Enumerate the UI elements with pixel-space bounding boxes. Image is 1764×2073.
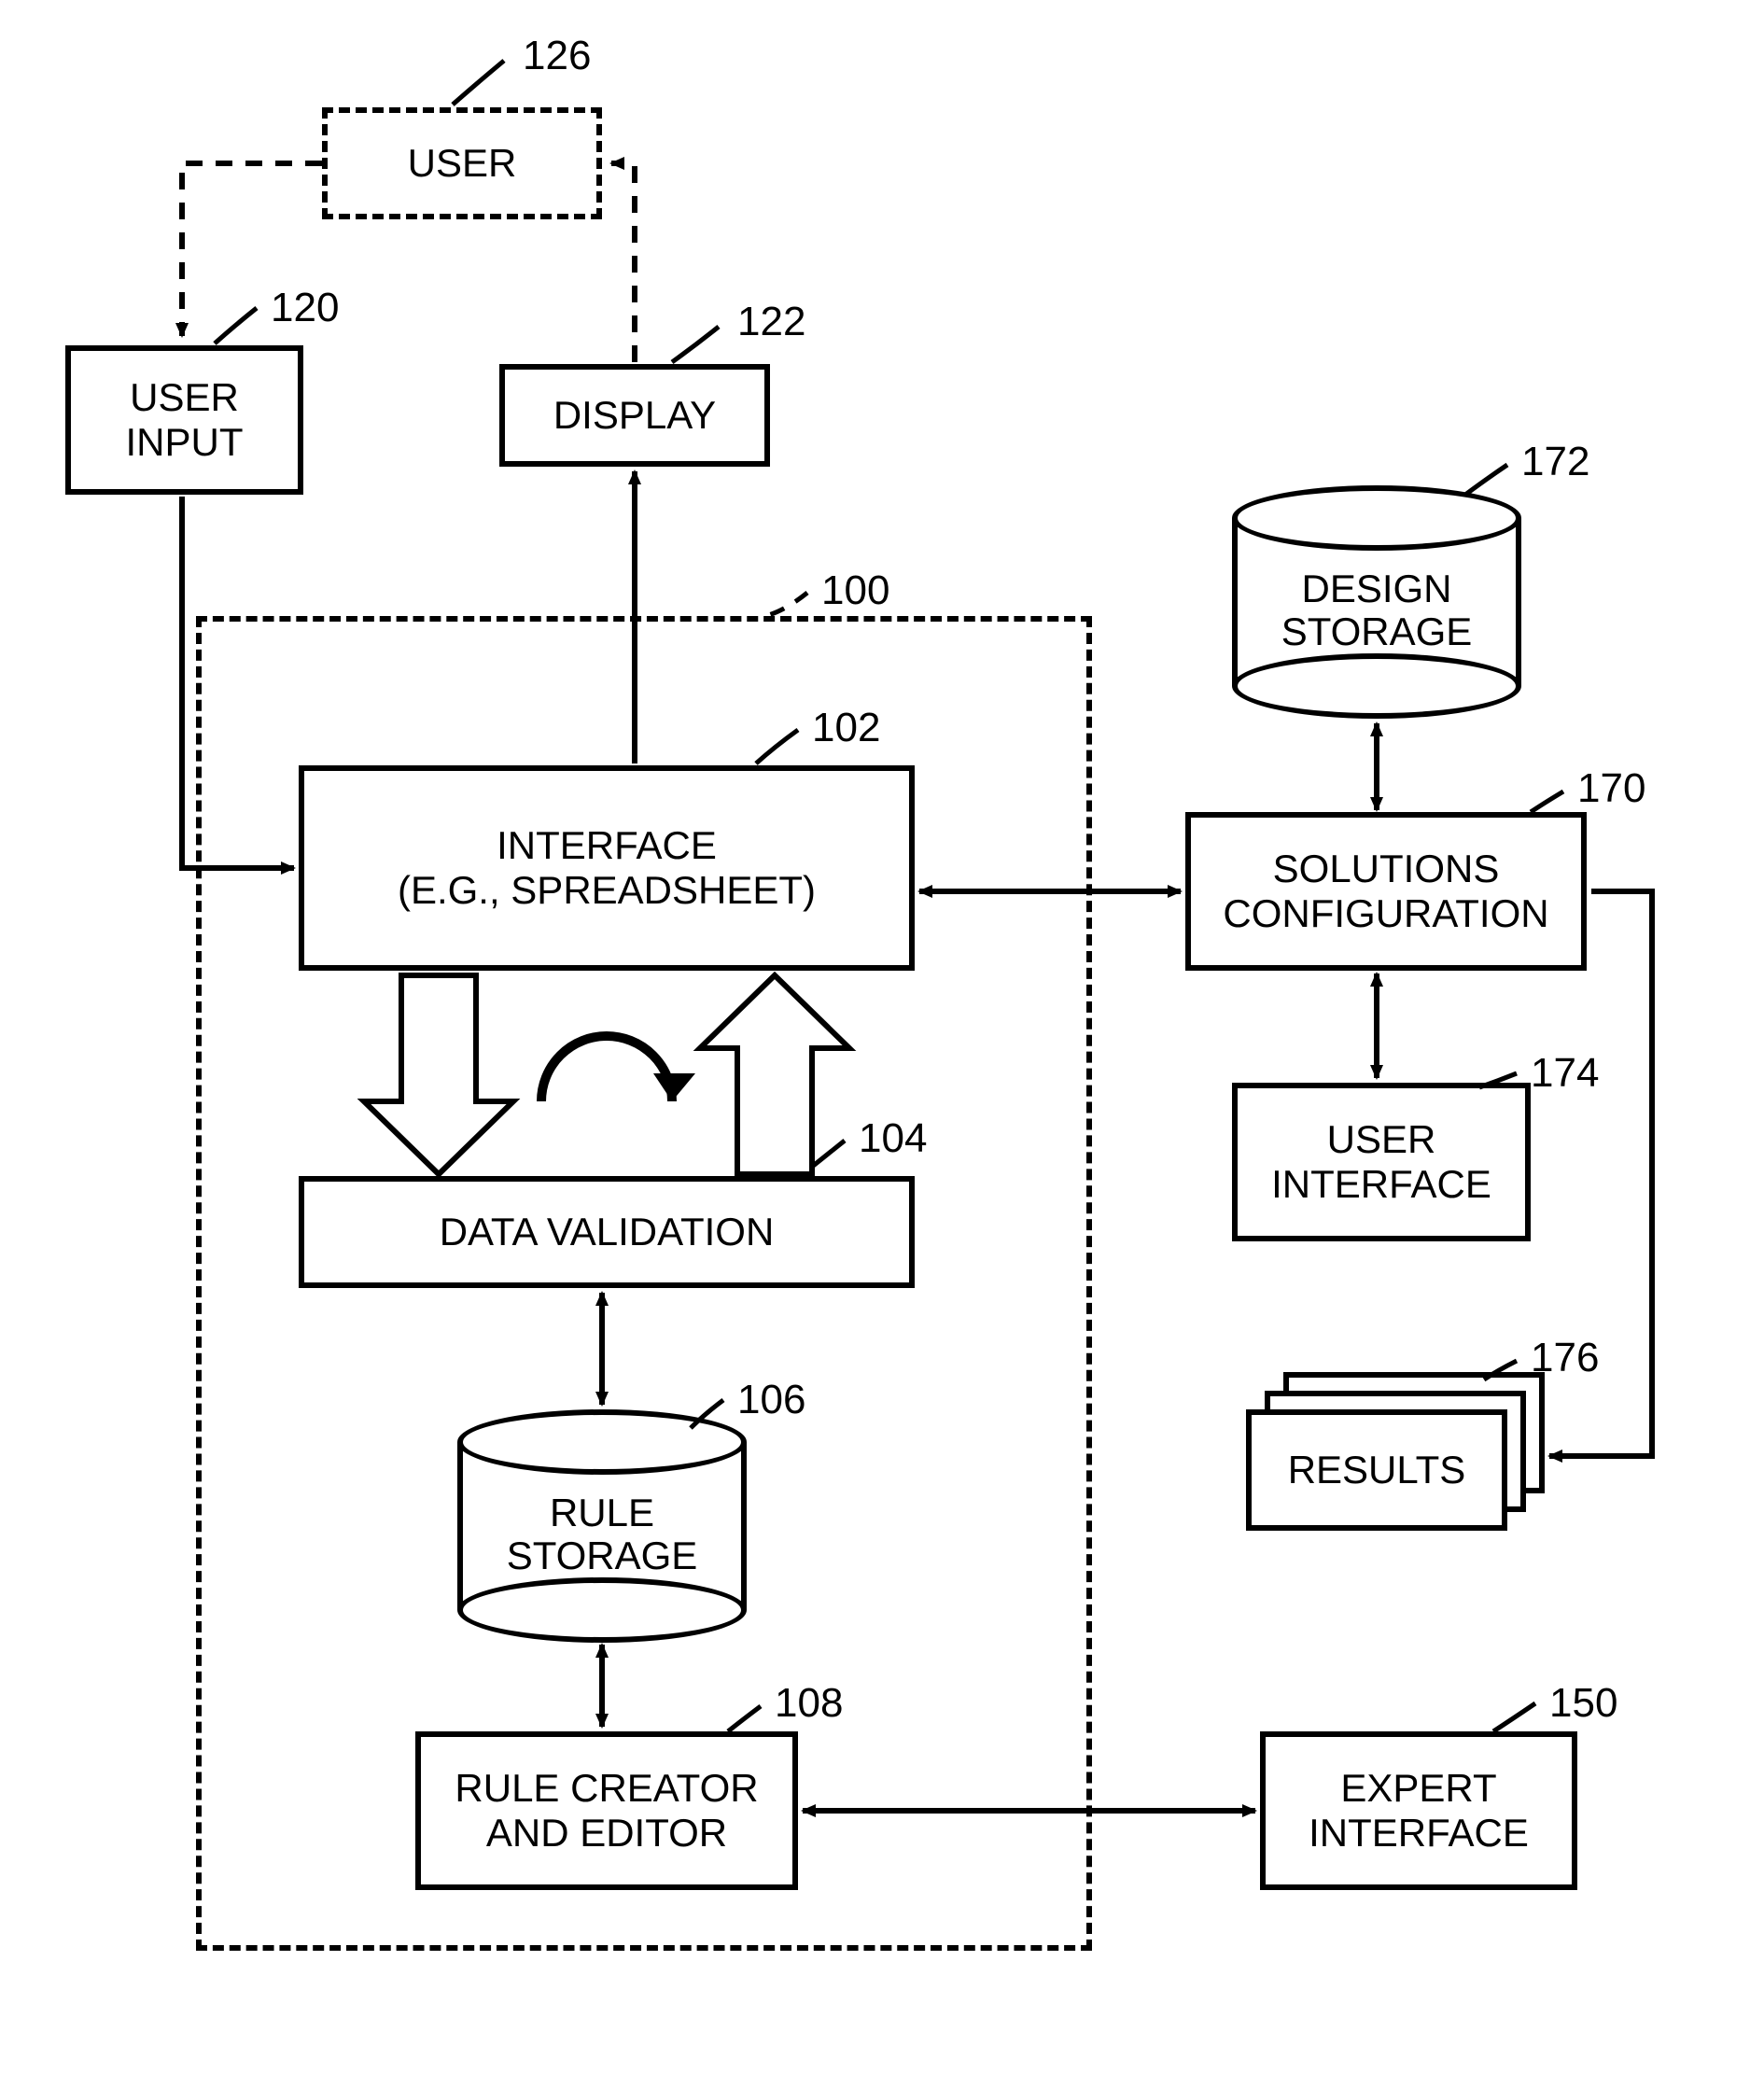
rule-storage-cylinder: RULE STORAGE [457,1409,747,1643]
ref-176: 176 [1531,1335,1599,1381]
expert-interface-label: EXPERT INTERFACE [1309,1766,1529,1856]
design-storage-label: DESIGN STORAGE [1232,567,1521,653]
design-storage-cylinder: DESIGN STORAGE [1232,485,1521,719]
diagram-canvas: 100 USER 126 USER INPUT 120 DISPLAY 122 … [0,0,1764,2073]
user-interface-2-label: USER INTERFACE [1271,1117,1491,1208]
results-stack: RESULTS [1246,1372,1545,1531]
ref-120: 120 [271,285,339,331]
ref-150: 150 [1549,1680,1617,1727]
rule-storage-label: RULE STORAGE [457,1492,747,1577]
ref-170: 170 [1577,765,1645,812]
expert-interface-box: EXPERT INTERFACE [1260,1731,1577,1890]
ref-100: 100 [821,567,889,614]
ref-106: 106 [737,1377,805,1423]
user-box: USER [322,107,602,219]
display-label: DISPLAY [553,393,716,438]
ref-122: 122 [737,299,805,345]
user-input-label: USER INPUT [126,375,244,466]
ref-102: 102 [812,705,880,751]
user-interface-2-box: USER INTERFACE [1232,1083,1531,1241]
results-label: RESULTS [1288,1448,1466,1492]
rule-creator-box: RULE CREATOR AND EDITOR [415,1731,798,1890]
ref-108: 108 [775,1680,843,1727]
data-validation-box: DATA VALIDATION [299,1176,915,1288]
rule-creator-label: RULE CREATOR AND EDITOR [455,1766,758,1856]
user-label: USER [408,141,517,186]
ref-104: 104 [859,1115,927,1162]
interface-label: INTERFACE (E.G., SPREADSHEET) [398,823,816,914]
user-input-box: USER INPUT [65,345,303,495]
display-box: DISPLAY [499,364,770,467]
ref-172: 172 [1521,439,1589,485]
ref-174: 174 [1531,1050,1599,1097]
interface-box: INTERFACE (E.G., SPREADSHEET) [299,765,915,971]
ref-126: 126 [523,33,591,79]
data-validation-label: DATA VALIDATION [440,1210,775,1254]
solutions-config-label: SOLUTIONS CONFIGURATION [1223,847,1548,937]
solutions-config-box: SOLUTIONS CONFIGURATION [1185,812,1587,971]
